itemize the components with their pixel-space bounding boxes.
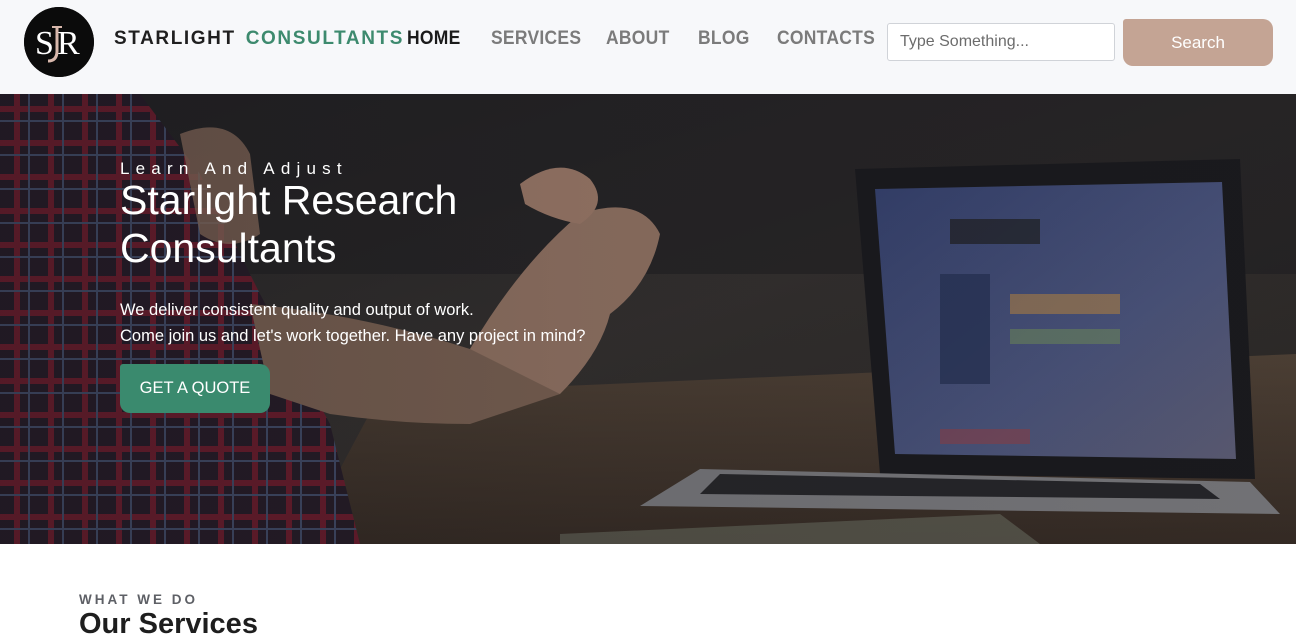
svg-text:R: R	[57, 25, 80, 62]
logo-monogram-icon: S R	[24, 7, 94, 77]
get-quote-button[interactable]: GET A QUOTE	[120, 364, 270, 413]
hero-description: We deliver consistent quality and output…	[120, 297, 585, 349]
svg-text:S: S	[35, 25, 54, 62]
search-button[interactable]: Search	[1123, 19, 1273, 66]
logo[interactable]: S R	[24, 7, 94, 77]
nav-about[interactable]: ABOUT	[606, 28, 670, 50]
hero-title-line-2: Consultants	[120, 225, 337, 271]
brand-part-2: CONSULTANTS	[245, 28, 405, 49]
hero-title-line-1: Starlight Research	[120, 177, 458, 223]
brand-name[interactable]: STARLIGHT CONSULTANTS	[114, 28, 404, 52]
services-kicker: WHAT WE DO	[79, 592, 198, 607]
nav-services[interactable]: SERVICES	[491, 28, 581, 50]
hero-section: Learn And Adjust Starlight Research Cons…	[0, 94, 1296, 544]
hero-title: Starlight Research Consultants	[120, 176, 640, 272]
services-title: Our Services	[79, 608, 258, 634]
nav-home[interactable]: HOME	[407, 28, 461, 50]
brand-part-1: STARLIGHT	[114, 28, 236, 49]
search-input[interactable]	[887, 23, 1115, 61]
hero-desc-line-1: We deliver consistent quality and output…	[120, 301, 474, 319]
hero-desc-line-2: Come join us and let's work together. Ha…	[120, 327, 586, 345]
nav-blog[interactable]: BLOG	[698, 28, 750, 50]
site-header: S R STARLIGHT CONSULTANTS HOME SERVICES A…	[0, 0, 1296, 94]
nav-contacts[interactable]: CONTACTS	[777, 28, 875, 50]
